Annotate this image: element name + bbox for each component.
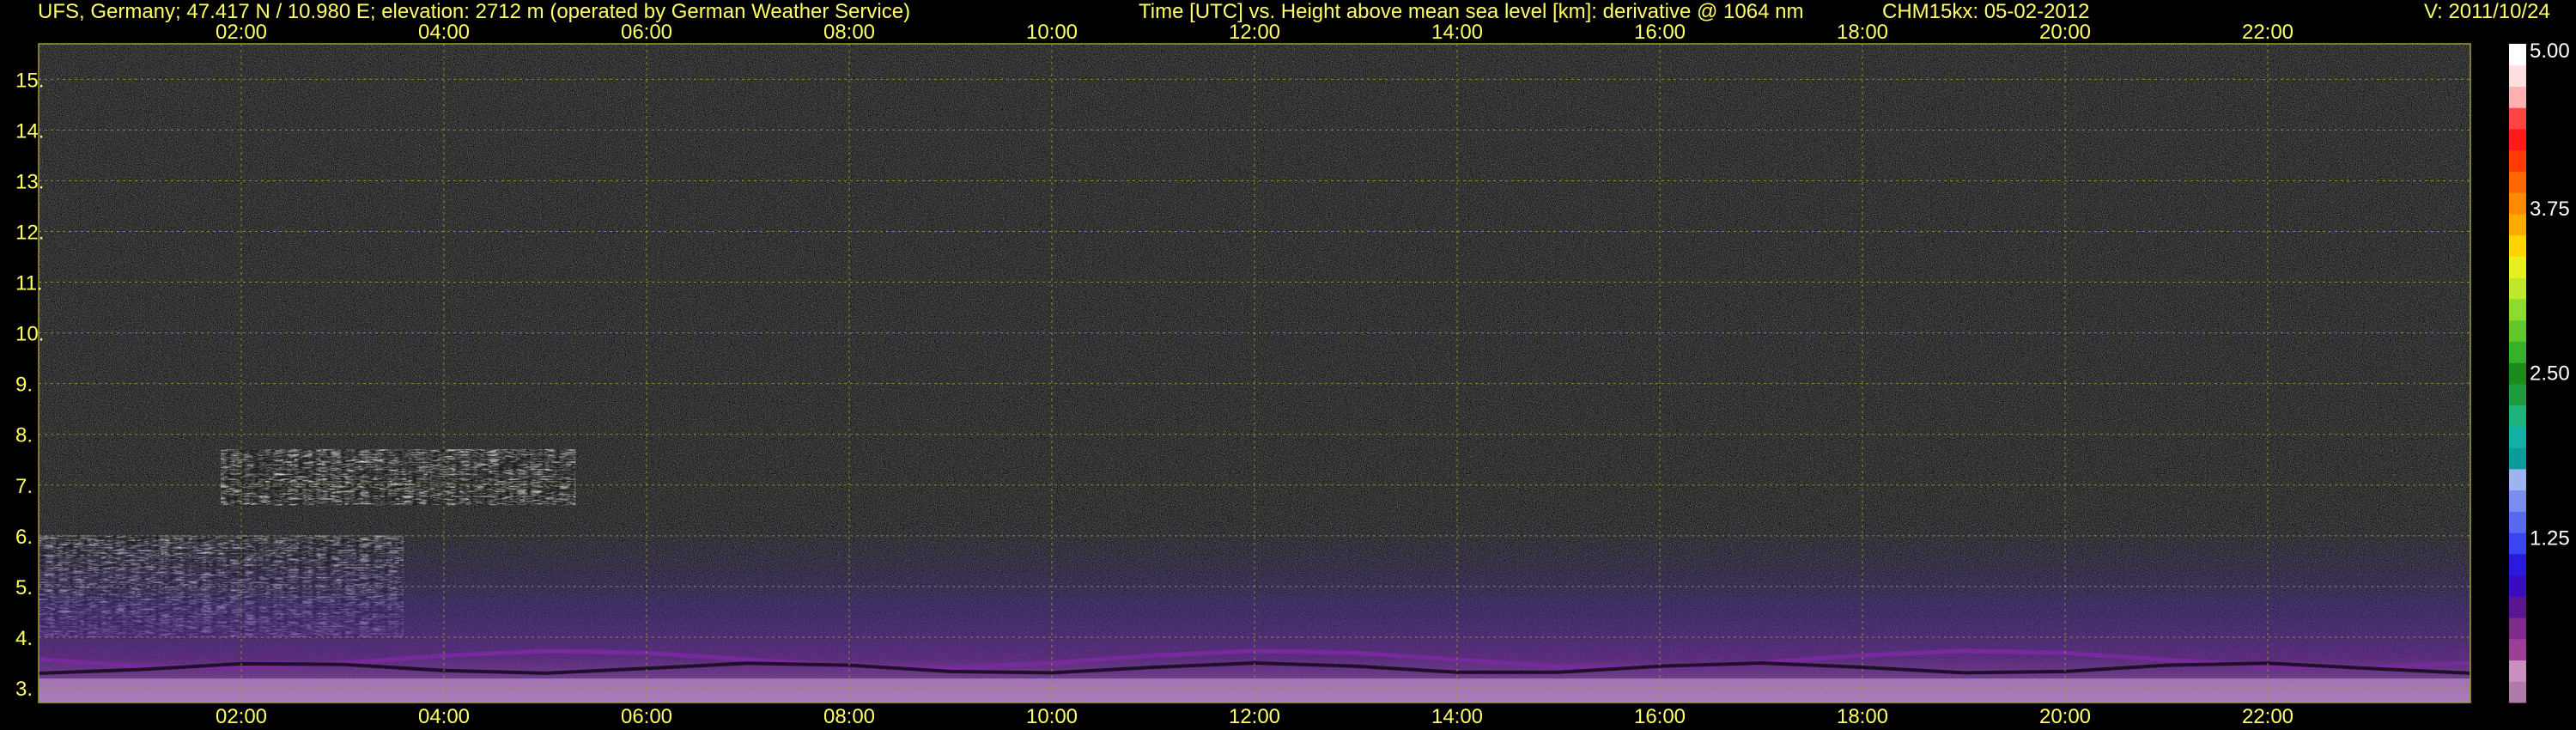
instrument-date: CHM15kx: 05-02-2012 [1882,0,2090,23]
colorbar-labels: 5.00 3.75 2.50 1.25 [2530,40,2570,550]
y-tick: 7. [15,475,33,498]
x-tick-bottom: 20:00 [2039,705,2091,728]
colorbar-swatch [2509,596,2526,618]
x-tick-bottom: 18:00 [1837,705,1888,728]
colorbar [2509,44,2526,703]
colorbar-swatch [2509,681,2526,703]
y-tick: 13. [15,170,44,193]
colorbar-swatch [2509,532,2526,555]
y-tick: 3. [15,678,33,701]
colorbar-swatch [2509,405,2526,427]
x-tick-top: 14:00 [1431,21,1483,44]
colorbar-swatch [2509,107,2526,130]
colorbar-swatch [2509,341,2526,363]
colorbar-swatch [2509,575,2526,597]
y-tick: 5. [15,576,33,599]
x-tick-top: 20:00 [2039,21,2091,44]
x-tick-top: 04:00 [418,21,470,44]
y-tick: 14. [15,119,44,143]
x-ticks-bottom: 02:00 04:00 06:00 08:00 10:00 12:00 14:00 16:00… [216,705,2293,728]
colorbar-swatch [2509,319,2526,342]
x-tick-bottom: 12:00 [1229,705,1280,728]
colorbar-label: 1.25 [2530,526,2570,550]
colorbar-swatch [2509,553,2526,576]
x-tick-top: 08:00 [823,21,875,44]
x-ticks-top: 02:00 04:00 06:00 08:00 10:00 12:00 14:00 16:00… [216,21,2293,44]
x-tick-bottom: 08:00 [823,705,875,728]
y-tick: 12. [15,222,44,245]
colorbar-label: 3.75 [2530,198,2570,221]
x-tick-bottom: 02:00 [216,705,267,728]
colorbar-swatch [2509,128,2526,151]
x-tick-top: 22:00 [2242,21,2293,44]
colorbar-swatch [2509,362,2526,385]
colorbar-swatch [2509,490,2526,512]
x-tick-bottom: 10:00 [1026,705,1078,728]
colorbar-label: 2.50 [2530,362,2570,386]
x-tick-top: 10:00 [1026,21,1078,44]
station-info: UFS, Germany; 47.417 N / 10.980 E; eleva… [38,0,911,23]
y-tick: 4. [15,627,33,650]
colorbar-swatch [2509,171,2526,193]
x-tick-bottom: 16:00 [1634,705,1686,728]
colorbar-label: 5.00 [2530,40,2570,63]
colorbar-swatch [2509,44,2526,66]
y-tick: 9. [15,374,33,397]
colorbar-swatch [2509,256,2526,278]
colorbar-swatch [2509,468,2526,491]
colorbar-swatch [2509,64,2526,87]
colorbar-swatch [2509,383,2526,406]
x-tick-top: 16:00 [1634,21,1686,44]
x-tick-top: 02:00 [216,21,267,44]
colorbar-swatch [2509,426,2526,448]
x-tick-bottom: 06:00 [621,705,672,728]
colorbar-swatch [2509,638,2526,661]
y-tick: 10. [15,323,44,346]
colorbar-swatch [2509,149,2526,172]
colorbar-swatch [2509,234,2526,257]
ceilometer-chart: 02:00 04:00 06:00 08:00 10:00 12:00 14:00 16:00… [15,21,2570,728]
x-tick-top: 18:00 [1837,21,1888,44]
x-tick-top: 06:00 [621,21,672,44]
colorbar-swatch [2509,277,2526,300]
y-tick: 6. [15,526,33,549]
x-tick-bottom: 14:00 [1431,705,1483,728]
colorbar-swatch [2509,660,2526,682]
colorbar-swatch [2509,617,2526,640]
chart-title: Time [UTC] vs. Height above mean sea lev… [1139,0,1804,23]
x-tick-bottom: 22:00 [2242,705,2293,728]
colorbar-swatch [2509,447,2526,470]
plot-area [39,44,2470,703]
colorbar-swatch [2509,192,2526,215]
cloud-1 [221,449,576,506]
y-tick: 15. [15,69,44,92]
y-tick: 11. [15,272,43,295]
x-tick-bottom: 04:00 [418,705,470,728]
colorbar-swatch [2509,298,2526,321]
version-label: V: 2011/10/24 [2424,0,2550,23]
colorbar-swatch [2509,511,2526,533]
colorbar-swatch [2509,213,2526,236]
x-tick-top: 12:00 [1229,21,1280,44]
y-tick: 8. [15,424,33,447]
colorbar-swatch [2509,86,2526,108]
